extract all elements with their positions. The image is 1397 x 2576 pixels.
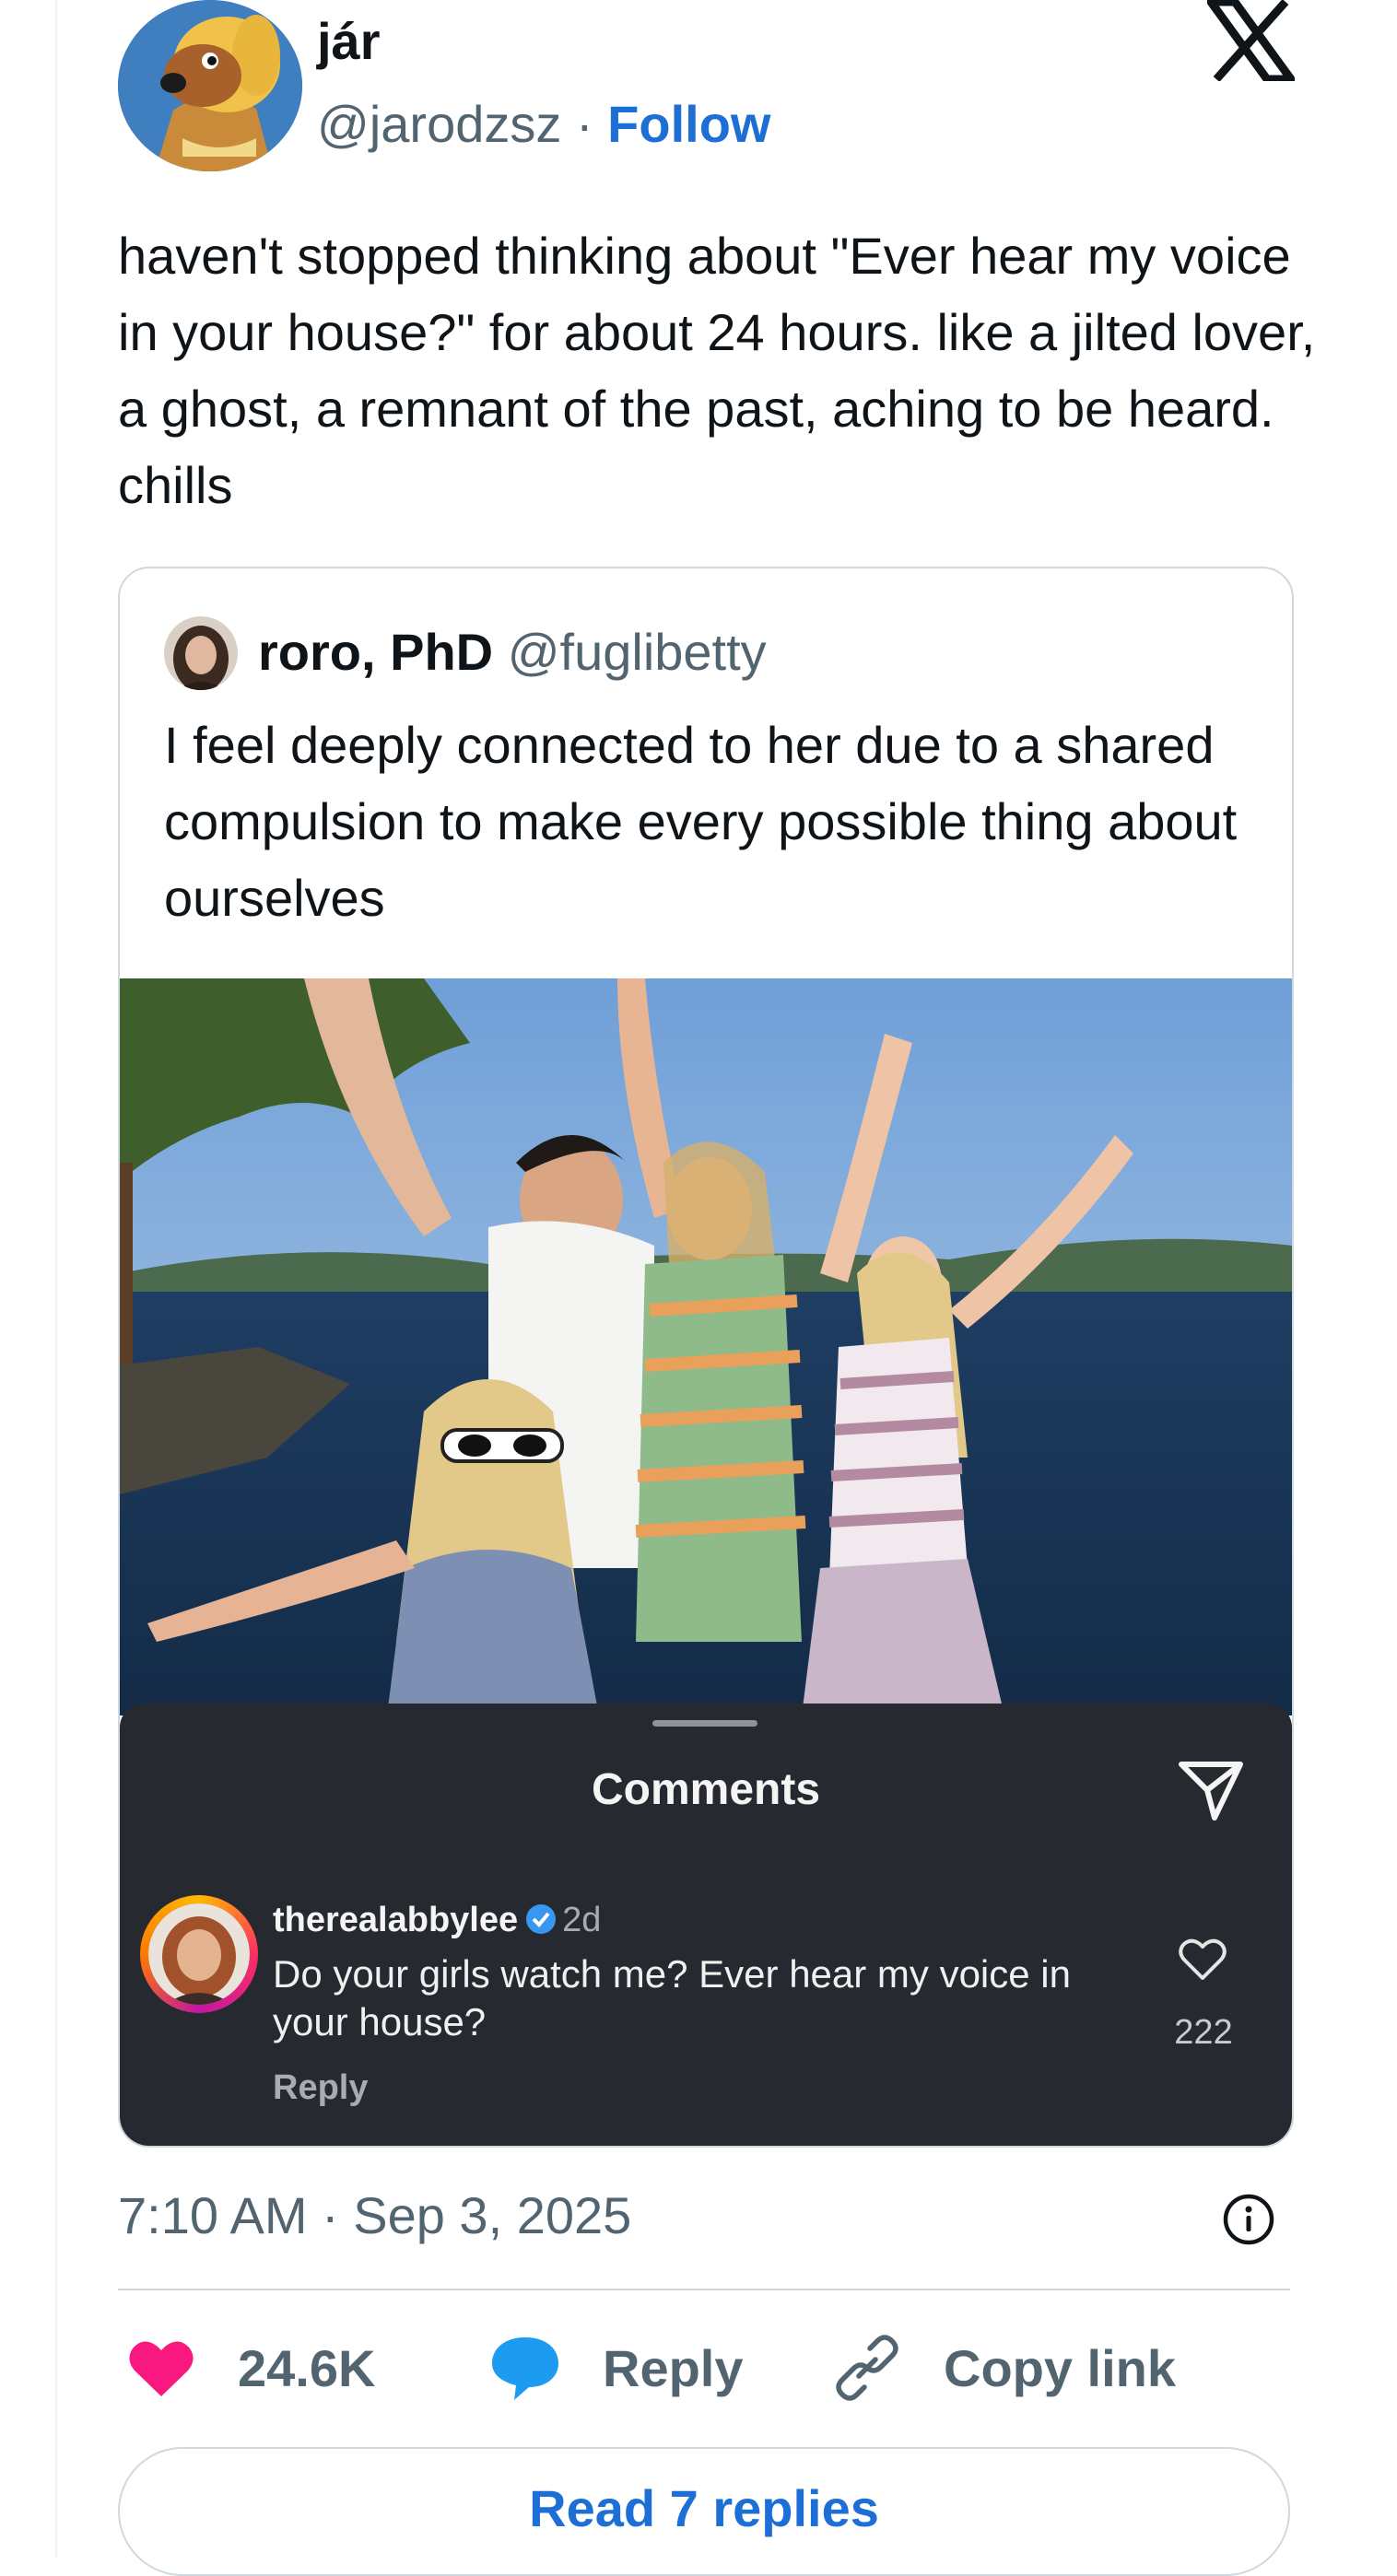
divider (118, 2289, 1290, 2290)
comment-time: 2d (562, 1901, 602, 1939)
reply-button[interactable]: Reply (490, 2331, 744, 2405)
quoted-tweet-card[interactable]: roro, PhD @fuglibetty I feel deeply conn… (118, 567, 1294, 2148)
copy-link-label: Copy link (944, 2338, 1177, 2397)
heart-icon (129, 2341, 194, 2396)
quote-text: I feel deeply connected to her due to a … (164, 716, 1238, 927)
handle-separator: · (575, 95, 593, 153)
author-display-name[interactable]: jár (317, 9, 381, 74)
commenter-avatar[interactable] (148, 1903, 250, 2005)
quote-photo[interactable] (120, 978, 1292, 1715)
send-icon[interactable] (1176, 1759, 1246, 1823)
heart-outline-icon[interactable] (1178, 1936, 1227, 1982)
left-border (55, 0, 57, 2558)
reply-label: Reply (603, 2338, 744, 2397)
link-icon (836, 2335, 898, 2401)
author-handle-row: @jarodzsz · Follow (317, 92, 770, 157)
info-icon[interactable] (1222, 2193, 1275, 2246)
follow-button[interactable]: Follow (607, 95, 770, 153)
like-button[interactable]: 24.6K (127, 2331, 375, 2405)
commenter-username[interactable]: therealabbylee (273, 1901, 518, 1939)
quote-author-name-row: roro, PhD @fuglibetty (258, 620, 767, 685)
commenter-row: therealabbylee 2d (273, 1897, 601, 1943)
comment-text: Do your girls watch me? Ever hear my voi… (273, 1952, 1071, 2043)
quote-author-display-name[interactable]: roro, PhD (258, 623, 493, 681)
tweet-text: haven't stopped thinking about "Ever hea… (118, 227, 1316, 514)
comment-reply-button[interactable]: Reply (273, 2065, 368, 2111)
x-logo-icon[interactable] (1203, 0, 1299, 84)
author-handle[interactable]: @jarodzsz (317, 95, 561, 153)
comments-title: Comments (591, 1765, 821, 1814)
read-replies-button[interactable]: Read 7 replies (118, 2447, 1290, 2576)
verified-badge-icon (525, 1901, 557, 1934)
author-avatar[interactable] (118, 0, 302, 171)
like-count: 24.6K (238, 2338, 376, 2397)
comment-like-count: 222 (1174, 2013, 1233, 2052)
quote-author-avatar[interactable] (164, 616, 238, 690)
instagram-comments-panel: Comments therealabbylee 2d Do your girls … (120, 1704, 1292, 2146)
tweet-timestamp[interactable]: 7:10 AM · Sep 3, 2025 (118, 2184, 631, 2248)
speech-bubble-icon (492, 2337, 558, 2400)
panel-drag-handle[interactable] (652, 1720, 757, 1727)
copy-link-button[interactable]: Copy link (833, 2331, 1176, 2405)
quote-author-handle[interactable]: @fuglibetty (508, 623, 767, 681)
